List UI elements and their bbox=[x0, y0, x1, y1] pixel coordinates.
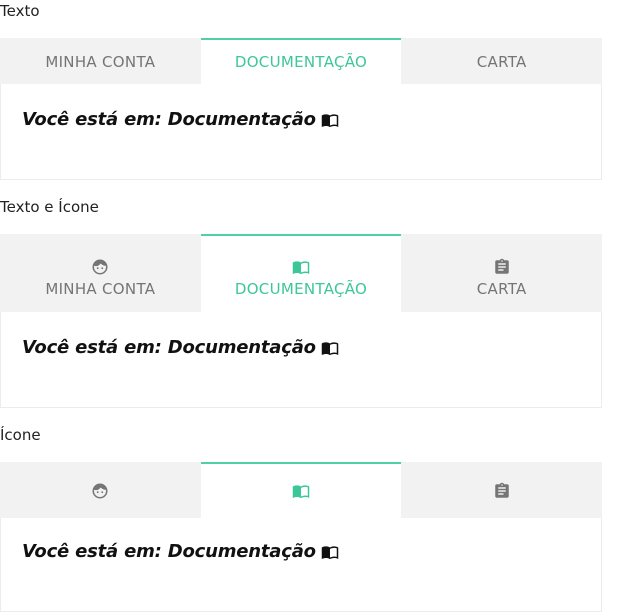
panel-breadcrumb-text: Você está em: Documentação bbox=[22, 109, 316, 130]
tab-minha-conta[interactable]: MINHA CONTA bbox=[0, 38, 201, 84]
tab-bar: MINHA CONTA DOCUMENTAÇÃO CARTA bbox=[0, 234, 603, 312]
panel-text: Você está em: Documentação bbox=[22, 337, 340, 358]
tab-panel: Você está em: Documentação bbox=[0, 518, 602, 612]
panel-text: Você está em: Documentação bbox=[22, 109, 340, 130]
tab-documentacao[interactable]: DOCUMENTAÇÃO bbox=[200, 234, 402, 312]
face-icon bbox=[91, 482, 109, 500]
tab-label: CARTA bbox=[476, 53, 527, 71]
tab-label: DOCUMENTAÇÃO bbox=[234, 53, 368, 71]
panel-breadcrumb-text: Você está em: Documentação bbox=[22, 541, 316, 562]
clipboard-icon bbox=[493, 482, 511, 500]
section-label-icone: Ícone bbox=[0, 426, 41, 444]
tab-panel: Você está em: Documentação bbox=[0, 84, 602, 180]
tab-panel: Você está em: Documentação bbox=[0, 312, 602, 408]
tab-bar: MINHA CONTA DOCUMENTAÇÃO CARTA bbox=[0, 38, 603, 84]
tab-documentacao[interactable]: DOCUMENTAÇÃO bbox=[200, 38, 402, 84]
panel-breadcrumb-text: Você está em: Documentação bbox=[22, 337, 316, 358]
tab-face[interactable] bbox=[0, 462, 201, 518]
tab-carta[interactable]: CARTA bbox=[401, 38, 603, 84]
tab-label: DOCUMENTAÇÃO bbox=[234, 280, 368, 298]
tab-book[interactable] bbox=[200, 462, 402, 518]
section-label-texto-e-icone: Texto e Ícone bbox=[0, 198, 99, 216]
clipboard-icon bbox=[493, 258, 511, 276]
book-icon bbox=[320, 339, 340, 357]
book-icon bbox=[320, 111, 340, 129]
tab-bar bbox=[0, 462, 603, 518]
tab-label: MINHA CONTA bbox=[45, 280, 156, 298]
tab-minha-conta[interactable]: MINHA CONTA bbox=[0, 234, 201, 312]
book-icon bbox=[292, 258, 310, 276]
section-label-texto: Texto bbox=[0, 2, 40, 20]
book-icon bbox=[292, 482, 310, 500]
tabs-text-only: MINHA CONTA DOCUMENTAÇÃO CARTA Você está… bbox=[0, 38, 603, 180]
tabs-text-and-icon: MINHA CONTA DOCUMENTAÇÃO CARTA Você está… bbox=[0, 234, 603, 408]
tab-label: CARTA bbox=[476, 280, 527, 298]
panel-text: Você está em: Documentação bbox=[22, 541, 340, 562]
book-icon bbox=[320, 543, 340, 561]
face-icon bbox=[91, 258, 109, 276]
tab-clipboard[interactable] bbox=[401, 462, 603, 518]
tab-carta[interactable]: CARTA bbox=[401, 234, 603, 312]
tab-label: MINHA CONTA bbox=[45, 53, 156, 71]
tabs-icon-only: Você está em: Documentação bbox=[0, 462, 603, 612]
